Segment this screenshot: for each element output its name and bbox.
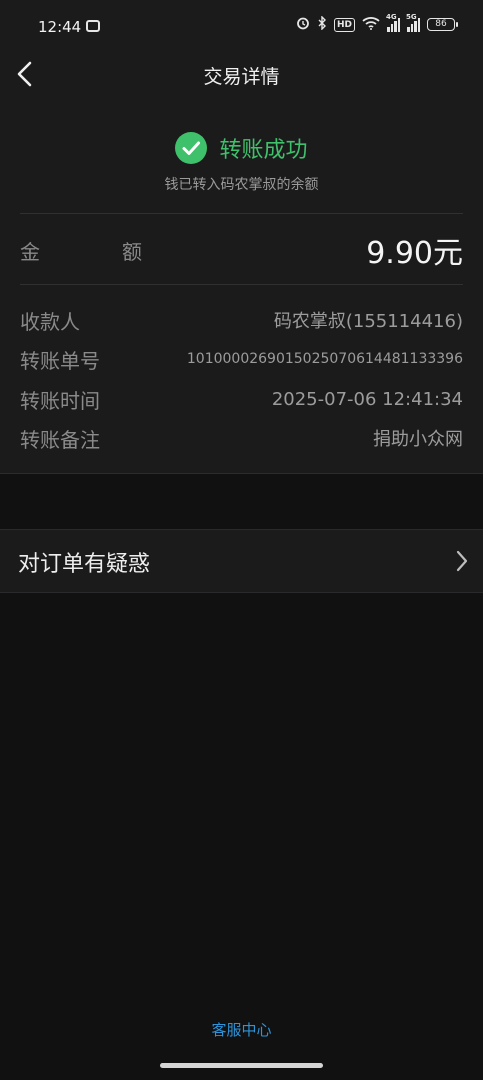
bluetooth-icon <box>317 15 327 33</box>
detail-value: 2025-07-06 12:41:34 <box>271 388 463 410</box>
detail-value[interactable]: 1010000269015025070614481133396 <box>187 351 463 367</box>
amount-label-char-2: 额 <box>122 240 142 264</box>
detail-label: 转账备注 <box>20 427 100 452</box>
cellular-signal-2-icon: 5G <box>406 13 420 32</box>
status-icons: HD 4G 5G 86 <box>296 13 458 33</box>
chevron-right-icon <box>456 550 468 572</box>
detail-row-remark: 转账备注 捐助小众网 <box>20 423 463 453</box>
customer-service-link[interactable]: 客服中心 <box>0 1019 483 1040</box>
detail-value: 码农掌叔(155114416) <box>273 311 463 332</box>
detail-row-order-number: 转账单号 1010000269015025070614481133396 <box>20 344 463 374</box>
detail-value: 捐助小众网 <box>373 429 463 450</box>
battery-icon: 86 <box>427 18 458 31</box>
divider <box>20 213 463 214</box>
detail-row-time: 转账时间 2025-07-06 12:41:34 <box>20 384 463 414</box>
cellular-signal-1-icon: 4G <box>386 13 400 32</box>
success-check-icon <box>175 132 208 164</box>
home-indicator[interactable] <box>160 1063 323 1068</box>
status-text: 转账成功 <box>219 138 308 163</box>
detail-label: 转账单号 <box>20 348 100 373</box>
divider <box>20 284 463 285</box>
nav-bar: 交易详情 <box>0 56 483 92</box>
order-doubt-button[interactable]: 对订单有疑惑 <box>0 529 483 593</box>
transfer-status: 转账成功 <box>0 132 483 164</box>
status-bar: 12:44 HD 4G 5G 86 <box>0 0 483 56</box>
wifi-icon <box>362 16 380 33</box>
amount-label: 金 额 <box>20 236 142 265</box>
page-title: 交易详情 <box>203 66 280 88</box>
alarm-icon <box>296 16 310 33</box>
detail-row-payee: 收款人 码农掌叔(155114416) <box>20 305 463 335</box>
transaction-card: 转账成功 钱已转入码农掌叔的余额 金 额 9.90元 收款人 码农掌叔(1551… <box>0 92 483 474</box>
status-time: 12:44 <box>38 18 82 36</box>
detail-label: 收款人 <box>20 309 80 334</box>
amount-value: 9.90元 <box>366 236 463 271</box>
notification-app-icon <box>86 20 100 32</box>
status-subtitle: 钱已转入码农掌叔的余额 <box>164 177 319 193</box>
order-doubt-label: 对订单有疑惑 <box>18 552 151 577</box>
detail-label: 转账时间 <box>20 388 100 413</box>
amount-label-char-1: 金 <box>20 240 40 264</box>
hd-icon: HD <box>333 17 355 32</box>
